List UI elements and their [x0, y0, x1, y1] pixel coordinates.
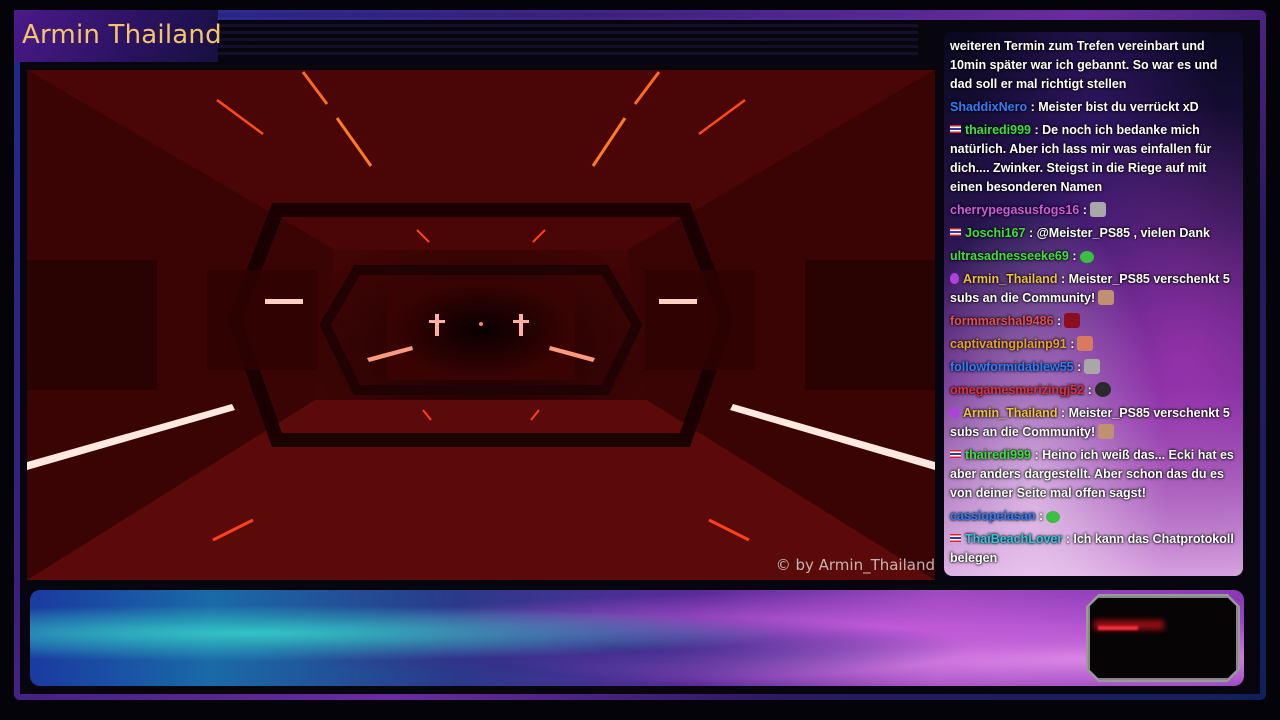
chat-username[interactable]: Armin_Thailand [963, 272, 1057, 286]
chat-text: : [1057, 314, 1062, 328]
emote-icon [1064, 313, 1081, 328]
chat-text: : [1072, 249, 1077, 263]
emote-icon [1094, 382, 1111, 397]
chat-message: Armin_Thailand : Meister_PS85 verschenkt… [950, 404, 1237, 446]
chat-message: thairedi999 : De noch ich bedanke mich n… [950, 121, 1237, 201]
header-stripes [218, 10, 918, 58]
chat-message-list: weiteren Termin zum Trefen vereinbart un… [944, 37, 1243, 572]
chat-username[interactable]: thairedi999 [965, 123, 1031, 137]
chat-message: captivatingplainp91 : [950, 335, 1237, 358]
emote-icon [1098, 290, 1115, 305]
flag-badge-icon [950, 534, 961, 542]
webcam-feed [1088, 596, 1238, 680]
bottom-banner [30, 590, 1244, 686]
emote-icon [1046, 511, 1061, 523]
chat-username[interactable]: ShaddixNero [950, 100, 1027, 114]
emote-icon [1079, 251, 1094, 263]
chat-message: ultrasadnesseeke69 : [950, 247, 1237, 270]
chat-message: formmarshal9486 : [950, 312, 1237, 335]
chat-text: : @Meister_PS85 , vielen Dank [1028, 226, 1210, 240]
emote-icon [1098, 424, 1115, 439]
chat-message: thairedi999 : Heino ich weiß das... Ecki… [950, 446, 1237, 507]
chat-text: : Meister bist du verrückt xD [1030, 100, 1199, 114]
chat-overlay: weiteren Termin zum Trefen vereinbart un… [944, 32, 1243, 576]
chat-text: : [1038, 509, 1044, 523]
emote-icon [1077, 336, 1094, 351]
chat-text: : [1077, 360, 1082, 374]
chat-text: : [1070, 337, 1075, 351]
chat-text: : [1082, 203, 1087, 217]
chat-message: cassiopeiasan : [950, 507, 1237, 530]
chat-message: Armin_Thailand : Meister_PS85 verschenkt… [950, 270, 1237, 312]
emote-icon [1084, 359, 1101, 374]
chat-message: ShaddixNero : Meister bist du verrückt x… [950, 98, 1237, 121]
subscriber-badge-icon [950, 273, 959, 284]
emote-icon [1089, 202, 1106, 217]
chat-message: weiteren Termin zum Trefen vereinbart un… [950, 37, 1237, 98]
chat-username[interactable]: followformidablew55 [950, 360, 1074, 374]
chat-username[interactable]: ThaiBeachLover [965, 532, 1062, 546]
sci-fi-tunnel-scene [27, 70, 935, 580]
chat-username[interactable]: Joschi167 [965, 226, 1025, 240]
chat-username[interactable]: omegamesmerizingj52 [950, 383, 1084, 397]
chat-message: followformidablew55 : [950, 358, 1237, 381]
flag-badge-icon [950, 450, 961, 458]
chat-message: cherrypegasusfogs16 : [950, 201, 1237, 224]
video-watermark: © by Armin_Thailand [775, 556, 935, 574]
chat-username[interactable]: thairedi999 [965, 448, 1031, 462]
subscriber-badge-icon [950, 407, 959, 418]
flag-badge-icon [950, 125, 961, 133]
flag-badge-icon [950, 228, 961, 236]
channel-title: Armin Thailand [22, 20, 222, 50]
chat-username[interactable]: captivatingplainp91 [950, 337, 1067, 351]
chat-username[interactable]: Armin_Thailand [963, 406, 1057, 420]
chat-username[interactable]: formmarshal9486 [950, 314, 1054, 328]
chat-message: Joschi167 : @Meister_PS85 , vielen Dank [950, 224, 1237, 247]
chat-username[interactable]: cassiopeiasan [950, 509, 1035, 523]
chat-text: : [1087, 383, 1092, 397]
stream-video: © by Armin_Thailand [27, 70, 935, 580]
chat-username[interactable]: cherrypegasusfogs16 [950, 203, 1079, 217]
chat-username[interactable]: ultrasadnesseeke69 [950, 249, 1069, 263]
chat-message: omegamesmerizingj52 : [950, 381, 1237, 404]
chat-message: ThaiBeachLover : Ich kann das Chatprotok… [950, 530, 1237, 572]
chat-text: weiteren Termin zum Trefen vereinbart un… [950, 39, 1218, 91]
